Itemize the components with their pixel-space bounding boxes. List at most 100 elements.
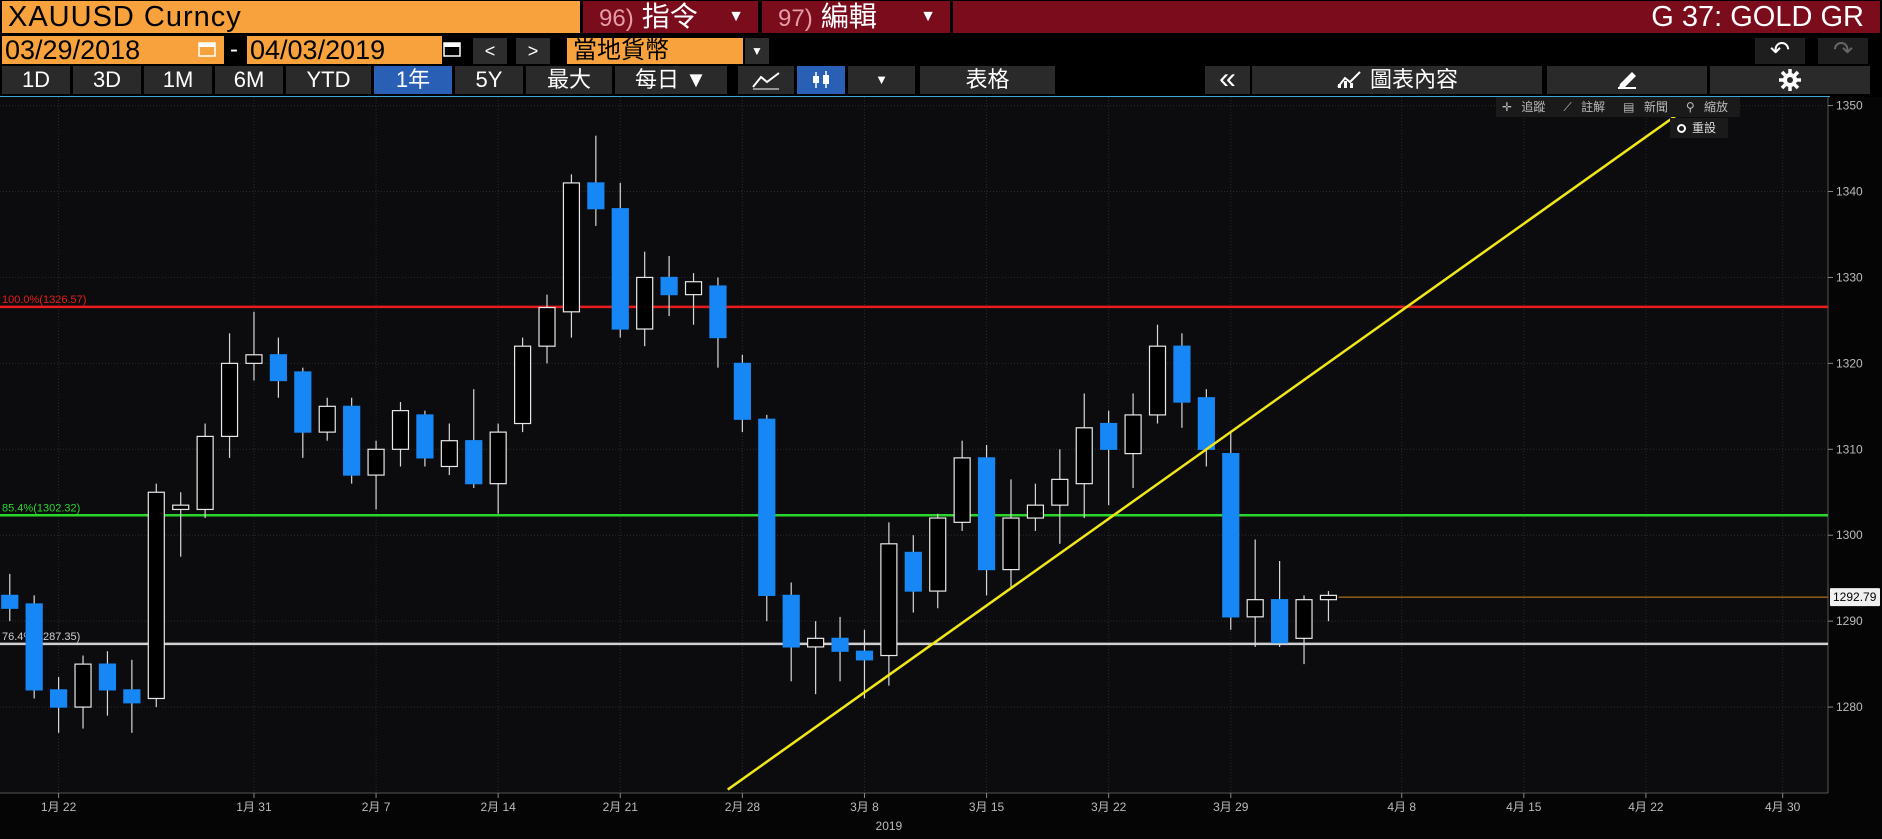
candle-up[interactable] <box>391 410 410 450</box>
candle-up[interactable] <box>172 504 190 511</box>
candle-up[interactable] <box>489 431 507 485</box>
y-tick-label: 1330 <box>1836 270 1863 284</box>
y-tick-label: 1280 <box>1836 700 1863 714</box>
candle-down[interactable] <box>1222 452 1240 618</box>
frequency-select[interactable]: 每日 ▼ <box>615 66 727 94</box>
period-5y[interactable]: 5Y <box>455 66 523 94</box>
candle-down[interactable] <box>1100 422 1118 450</box>
candle-up[interactable] <box>880 543 898 657</box>
candle-down[interactable] <box>98 663 117 691</box>
reset-button[interactable]: 重設 <box>1670 118 1728 138</box>
candle-down[interactable] <box>831 637 849 652</box>
settings-gear-icon[interactable] <box>1710 66 1870 94</box>
candle-up[interactable] <box>1051 478 1069 506</box>
chevron-down-icon[interactable]: ▼ <box>745 38 769 64</box>
undo-icon[interactable]: ↶ <box>1755 38 1805 64</box>
candle-up[interactable] <box>1026 504 1045 519</box>
candle-up[interactable] <box>929 517 947 592</box>
chart-content-button[interactable]: 圖表內容 <box>1252 66 1542 94</box>
candle-up[interactable] <box>1295 599 1313 639</box>
period-1d[interactable]: 1D <box>2 66 70 94</box>
candle-up[interactable] <box>807 637 825 648</box>
candle-up[interactable] <box>1124 414 1142 455</box>
candle-up[interactable] <box>1246 599 1264 618</box>
chart-type-dropdown[interactable]: ▼ <box>848 66 915 94</box>
candle-up[interactable] <box>562 182 581 313</box>
candlestick-chart-icon[interactable] <box>797 66 845 94</box>
candle-down[interactable] <box>123 689 141 704</box>
candle-down[interactable] <box>294 371 312 433</box>
x-tick-label: 3月 29 <box>1213 800 1249 814</box>
calendar-icon[interactable] <box>442 39 462 59</box>
annotate-tool[interactable]: ⟋ 註解 <box>1557 97 1617 117</box>
redo-icon[interactable]: ↷ <box>1818 38 1868 64</box>
candle-up[interactable] <box>538 306 556 347</box>
candle-down[interactable] <box>465 440 483 485</box>
x-tick-label: 4月 8 <box>1387 800 1416 814</box>
candle-down[interactable] <box>611 208 629 330</box>
candle-down[interactable] <box>416 414 434 459</box>
candle-down[interactable] <box>50 689 68 708</box>
currency-select[interactable]: 當地貨幣 <box>567 38 743 64</box>
candle-down[interactable] <box>904 551 922 592</box>
candle-up[interactable] <box>684 281 703 296</box>
candle-up[interactable] <box>440 440 458 468</box>
news-tool[interactable]: ▤ 新聞 <box>1617 97 1680 117</box>
collapse-panel-button[interactable]: « <box>1205 64 1250 94</box>
period-6m[interactable]: 6M <box>215 66 283 94</box>
candle-down[interactable] <box>782 594 800 648</box>
calendar-icon[interactable] <box>197 39 217 59</box>
ticker-field[interactable]: XAUUSD Curncy <box>2 1 580 33</box>
candle-down[interactable] <box>1 594 19 609</box>
candle-down[interactable] <box>587 182 605 210</box>
end-date-field[interactable]: 04/03/2019 <box>247 36 442 64</box>
period-3d[interactable]: 3D <box>73 66 141 94</box>
line-chart-icon[interactable] <box>738 66 794 94</box>
candle-down[interactable] <box>709 285 727 339</box>
previous-period-button[interactable]: < <box>473 38 507 64</box>
candlestick-chart[interactable]: 1280 1290 1300 1310 1320 1330 1340 1350 1月 22 1月 … <box>0 97 1882 839</box>
next-period-button[interactable]: > <box>516 38 550 64</box>
candle-up[interactable] <box>367 448 385 476</box>
fib-level-label: 100.0%(1326.57) <box>2 294 86 306</box>
candle-down[interactable] <box>1271 599 1289 644</box>
candle-down[interactable] <box>733 362 751 420</box>
candle-down[interactable] <box>1173 345 1191 403</box>
edit-chart-icon[interactable] <box>1547 66 1707 94</box>
candle-down[interactable] <box>660 276 678 296</box>
date-separator: - <box>230 36 238 63</box>
candle-up[interactable] <box>1319 594 1338 601</box>
candle-up[interactable] <box>245 354 263 364</box>
edit-menu[interactable]: 97) 編輯 ▼ <box>762 1 950 33</box>
candle-down[interactable] <box>25 603 43 691</box>
candle-up[interactable] <box>636 276 654 330</box>
chart-canvas[interactable]: 1280 1290 1300 1310 1320 1330 1340 1350 1月 22 1月 … <box>0 97 1882 839</box>
candle-down[interactable] <box>977 457 996 571</box>
candle-up[interactable] <box>1148 345 1167 416</box>
candle-up[interactable] <box>220 362 239 438</box>
candle-up[interactable] <box>1002 517 1020 571</box>
track-tool[interactable]: ✛ 追蹤 <box>1496 97 1557 117</box>
actions-menu[interactable]: 96) 指令 ▼ <box>583 1 758 33</box>
candle-up[interactable] <box>196 435 214 511</box>
candle-up[interactable] <box>953 457 971 523</box>
period-max[interactable]: 最大 <box>526 66 612 94</box>
y-tick-label: 1320 <box>1836 356 1863 370</box>
candle-up[interactable] <box>1075 427 1093 485</box>
candle-up[interactable] <box>147 491 165 700</box>
candle-down[interactable] <box>1197 397 1215 450</box>
candle-up[interactable] <box>318 405 336 433</box>
candle-down[interactable] <box>343 405 361 476</box>
period-1y[interactable]: 1年 <box>374 66 452 94</box>
table-button[interactable]: 表格 <box>920 66 1055 94</box>
page-title: G 37: GOLD GR <box>953 1 1880 33</box>
candle-down[interactable] <box>758 418 776 596</box>
start-date-field[interactable]: 03/29/2018 <box>2 36 224 64</box>
candle-down[interactable] <box>855 650 874 661</box>
candle-up[interactable] <box>513 345 532 425</box>
zoom-tool[interactable]: ⚲ 縮放 <box>1680 97 1740 117</box>
candle-up[interactable] <box>74 663 92 708</box>
period-ytd[interactable]: YTD <box>286 66 371 94</box>
period-1m[interactable]: 1M <box>144 66 212 94</box>
candle-down[interactable] <box>269 354 287 382</box>
